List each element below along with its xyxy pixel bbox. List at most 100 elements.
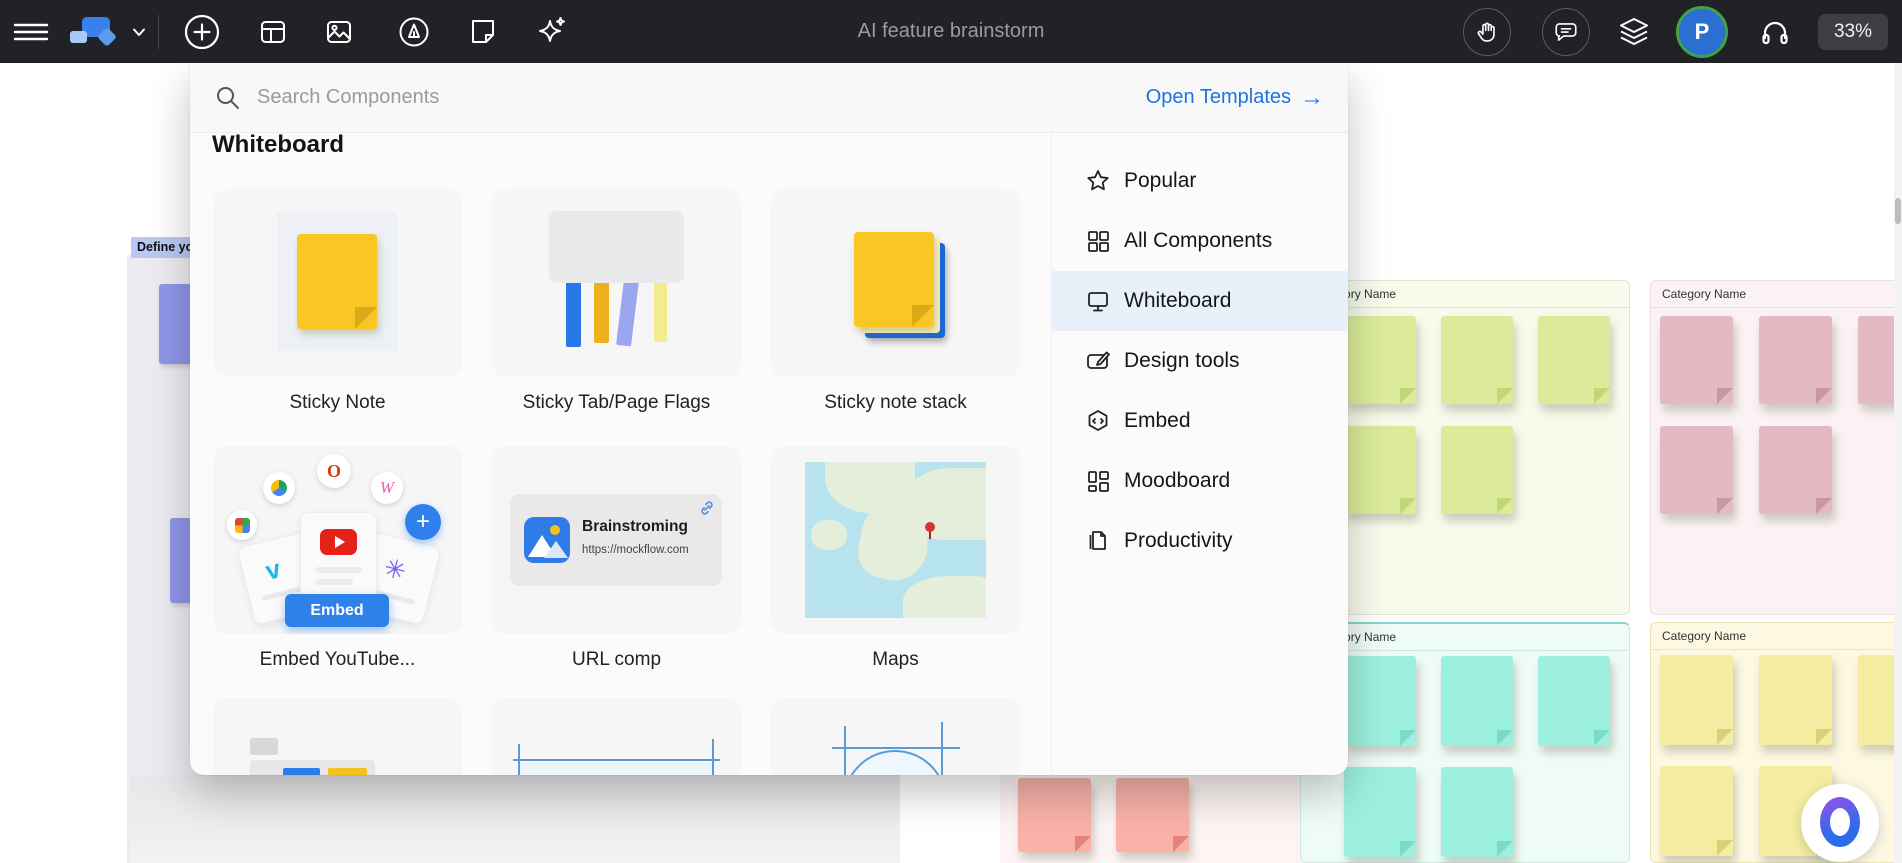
- ai-sparkle-icon[interactable]: [533, 14, 569, 50]
- hand-tool-icon[interactable]: [1463, 8, 1511, 56]
- component-card-sticky-stack[interactable]: [771, 189, 1020, 377]
- document-icon: [1085, 528, 1111, 554]
- sticky-note-thumb: [297, 234, 377, 329]
- category-panel-green[interactable]: Category Name: [1300, 280, 1630, 615]
- app-logo[interactable]: [70, 15, 122, 49]
- open-templates-link[interactable]: Open Templates →: [1146, 84, 1324, 112]
- component-card-embed-youtube[interactable]: v ✳ O W: [213, 446, 462, 634]
- canvas-purple-shape[interactable]: [170, 518, 191, 603]
- sidebar-item-productivity[interactable]: Productivity: [1052, 511, 1348, 571]
- sticky-note[interactable]: [1441, 767, 1513, 857]
- toolbar-divider: [158, 15, 159, 49]
- comments-icon[interactable]: [1542, 8, 1590, 56]
- sticky-note[interactable]: [1660, 655, 1733, 745]
- zoom-level-badge[interactable]: 33%: [1818, 14, 1888, 50]
- component-card-partial[interactable]: [492, 698, 741, 775]
- sticky-note[interactable]: [1344, 426, 1416, 514]
- sticky-note[interactable]: [1660, 316, 1733, 404]
- sticky-note[interactable]: [1660, 766, 1733, 856]
- monitor-icon: [1085, 288, 1111, 314]
- browser-logo-hole: [1830, 808, 1850, 836]
- sun-glyph: [550, 525, 560, 535]
- sticky-note[interactable]: [1759, 655, 1832, 745]
- layout-icon[interactable]: [257, 16, 289, 48]
- component-label: Maps: [771, 649, 1020, 671]
- canvas-purple-shape[interactable]: [159, 284, 191, 364]
- scrollbar-track[interactable]: [1894, 63, 1902, 863]
- sidebar-item-label: All Components: [1124, 229, 1272, 253]
- mountain-glyph: [544, 541, 568, 558]
- map-pin: [925, 522, 935, 532]
- url-preview-card: Brainstroming https://mockflow.com: [510, 494, 722, 586]
- sticky-note[interactable]: [1344, 656, 1416, 746]
- sticky-note[interactable]: [1441, 426, 1513, 514]
- placeholder-pill: [250, 738, 278, 755]
- component-card-url[interactable]: Brainstroming https://mockflow.com: [492, 446, 741, 634]
- category-panel-title: Category Name: [1651, 281, 1902, 308]
- browser-logo[interactable]: [1801, 784, 1879, 862]
- arrow-right-icon: →: [1300, 84, 1324, 112]
- sticky-note[interactable]: [1441, 316, 1513, 404]
- open-templates-label: Open Templates: [1146, 86, 1291, 109]
- sticky-note[interactable]: [1759, 426, 1832, 514]
- sticky-note[interactable]: [1538, 656, 1610, 746]
- sticky-note-icon[interactable]: [467, 16, 499, 48]
- url-card-link: https://mockflow.com: [582, 544, 689, 556]
- add-circle-icon[interactable]: [181, 11, 223, 53]
- component-label: URL comp: [492, 649, 741, 671]
- sidebar-item-moodboard[interactable]: Moodboard: [1052, 451, 1348, 511]
- url-card-title: Brainstroming: [582, 518, 688, 536]
- image-icon[interactable]: [323, 16, 355, 48]
- sticky-note[interactable]: [1538, 316, 1610, 404]
- sidebar-item-label: Whiteboard: [1124, 289, 1231, 313]
- sidebar-item-embed[interactable]: Embed: [1052, 391, 1348, 451]
- component-card-partial[interactable]: [771, 698, 1020, 775]
- scrollbar-thumb[interactable]: [1895, 198, 1901, 224]
- headphones-icon[interactable]: [1758, 15, 1792, 49]
- measure-tick: [712, 739, 714, 775]
- map-land: [811, 520, 847, 550]
- layers-icon[interactable]: [1616, 14, 1652, 50]
- grid-icon: [1085, 228, 1111, 254]
- category-panel-cyan[interactable]: Category Name: [1300, 622, 1630, 863]
- chevron-down-icon[interactable]: [130, 24, 148, 40]
- sticky-note[interactable]: [1116, 778, 1189, 852]
- component-card-maps[interactable]: [771, 446, 1020, 634]
- maps-glyph: [235, 518, 250, 533]
- sidebar-item-whiteboard[interactable]: Whiteboard: [1052, 271, 1348, 331]
- word-badge-icon: W: [371, 472, 403, 504]
- guide-line: [941, 722, 943, 775]
- sidebar-item-all-components[interactable]: All Components: [1052, 211, 1348, 271]
- draw-shapes-icon[interactable]: [397, 15, 431, 49]
- embed-button[interactable]: Embed: [285, 594, 389, 627]
- sidebar-item-design-tools[interactable]: Design tools: [1052, 331, 1348, 391]
- hamburger-icon[interactable]: [12, 16, 50, 48]
- drive-badge-icon: [263, 472, 295, 504]
- map-thumbnail: [805, 462, 986, 618]
- sticky-note[interactable]: [1660, 426, 1733, 514]
- search-bar: Open Templates →: [190, 63, 1348, 133]
- category-sidebar: Popular All Components Whiteboard Design…: [1051, 133, 1348, 775]
- component-card-sticky-note[interactable]: [213, 189, 462, 377]
- arc-shape: [843, 750, 947, 775]
- blue-bar: [283, 768, 320, 775]
- maps-badge-icon: [227, 510, 257, 540]
- design-pen-icon: [1085, 348, 1111, 374]
- sticky-note[interactable]: [1018, 778, 1091, 852]
- component-card-sticky-tabs[interactable]: [492, 189, 741, 377]
- sticky-note[interactable]: [1759, 316, 1832, 404]
- component-picker-panel: Open Templates → Whiteboard Sticky Note …: [190, 63, 1348, 775]
- sidebar-item-popular[interactable]: Popular: [1052, 151, 1348, 211]
- drive-glyph: [271, 480, 287, 496]
- sticky-note[interactable]: [1344, 316, 1416, 404]
- category-panel-pink[interactable]: Category Name: [1650, 280, 1902, 615]
- asterisk-icon: ✳: [381, 552, 410, 587]
- avatar[interactable]: P: [1676, 6, 1728, 58]
- component-label: Sticky Note: [213, 392, 462, 414]
- category-panel-title: Category Name: [1651, 623, 1902, 650]
- component-card-partial[interactable]: [213, 698, 462, 775]
- sticky-note[interactable]: [1441, 656, 1513, 746]
- sticky-note[interactable]: [1344, 767, 1416, 857]
- stack-note-yellow: [854, 232, 934, 327]
- search-input[interactable]: [255, 85, 779, 110]
